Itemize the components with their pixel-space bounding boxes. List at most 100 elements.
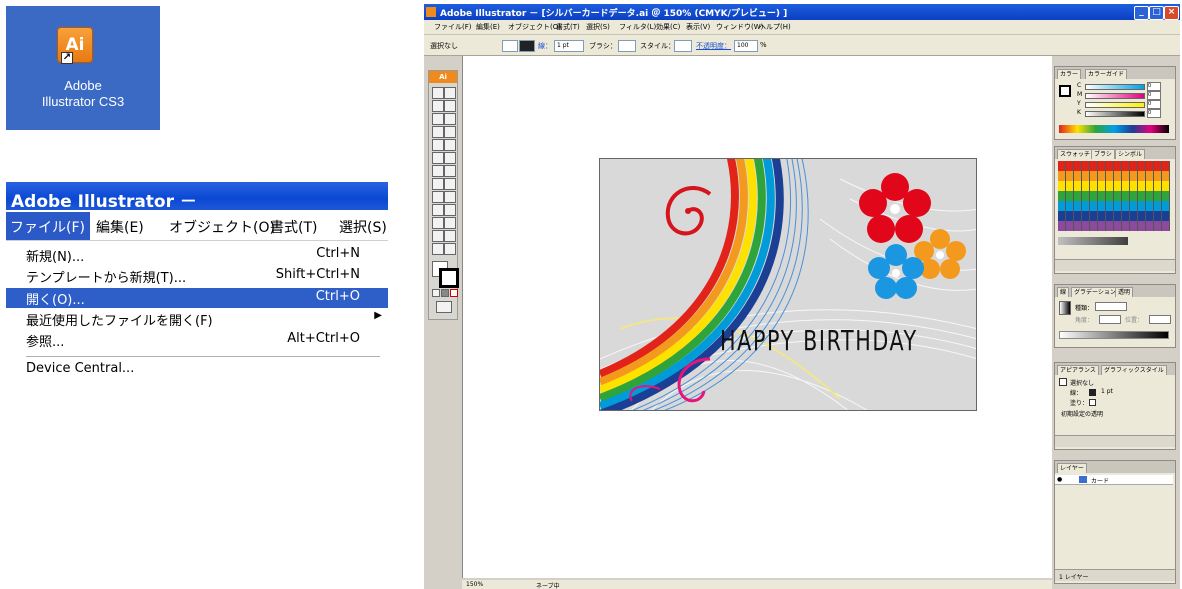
menu-object[interactable]: オブジェクト(O) bbox=[508, 22, 561, 32]
channel-k-slider[interactable] bbox=[1085, 111, 1145, 117]
tab-appearance[interactable]: アピアランス bbox=[1057, 365, 1099, 375]
stroke-swatch[interactable] bbox=[519, 40, 535, 52]
brush-label: ブラシ： bbox=[589, 42, 617, 50]
graph-tool-icon[interactable] bbox=[444, 178, 456, 190]
menu-item-new-from-template[interactable]: テンプレートから新規(T)... Shift+Ctrl+N bbox=[6, 266, 388, 286]
brush-dropdown[interactable] bbox=[618, 40, 636, 52]
slice-tool-icon[interactable] bbox=[432, 230, 444, 242]
tab-brushes[interactable]: ブラシ bbox=[1091, 149, 1115, 159]
tab-stroke[interactable]: 線 bbox=[1057, 287, 1070, 297]
color-mode-icon[interactable] bbox=[432, 289, 440, 297]
gradient-position-field[interactable] bbox=[1149, 315, 1171, 324]
menu-effect[interactable]: 効果(C) bbox=[656, 22, 680, 32]
channel-c-slider[interactable] bbox=[1085, 84, 1145, 90]
menu-edit[interactable]: 編集(E) bbox=[96, 217, 144, 237]
menu-help[interactable]: ヘルプ(H) bbox=[759, 22, 791, 32]
pen-tool-icon[interactable] bbox=[432, 113, 444, 125]
stroke-color-icon[interactable] bbox=[439, 268, 459, 288]
menu-item-open[interactable]: 開く(O)... Ctrl+O bbox=[6, 288, 388, 308]
menu-item-open-recent[interactable]: 最近使用したファイルを開く(F) ▶ bbox=[6, 309, 388, 329]
lasso-tool-icon[interactable] bbox=[444, 100, 456, 112]
style-dropdown[interactable] bbox=[674, 40, 692, 52]
hand-tool-icon[interactable] bbox=[432, 243, 444, 255]
gradient-slider[interactable] bbox=[1059, 331, 1169, 339]
gradient-angle-field[interactable] bbox=[1099, 315, 1121, 324]
channel-m-slider[interactable] bbox=[1085, 93, 1145, 99]
tab-swatches[interactable]: スウォッチ bbox=[1057, 149, 1094, 159]
maximize-button[interactable]: □ bbox=[1149, 6, 1164, 20]
zoom-tool-icon[interactable] bbox=[444, 243, 456, 255]
screen-mode-icon[interactable] bbox=[436, 301, 452, 313]
opacity-label[interactable]: 不透明度： bbox=[696, 41, 731, 51]
live-paint-selection-tool-icon[interactable] bbox=[444, 217, 456, 229]
scale-tool-icon[interactable] bbox=[444, 152, 456, 164]
artboard[interactable]: HAPPY BIRTHDAY bbox=[599, 158, 977, 411]
swatch-grid[interactable] bbox=[1058, 161, 1170, 231]
fill-swatch[interactable] bbox=[502, 40, 518, 52]
type-tool-icon[interactable] bbox=[444, 113, 456, 125]
rotate-tool-icon[interactable] bbox=[432, 152, 444, 164]
tab-color[interactable]: カラー bbox=[1057, 69, 1082, 79]
menu-item-browse[interactable]: 参照... Alt+Ctrl+O bbox=[6, 330, 388, 350]
mesh-tool-icon[interactable] bbox=[432, 191, 444, 203]
channel-m-label: M bbox=[1077, 91, 1083, 98]
menu-view[interactable]: 表示(V) bbox=[686, 22, 710, 32]
warp-tool-icon[interactable] bbox=[432, 165, 444, 177]
stroke-weight-field[interactable]: 1 pt bbox=[554, 40, 584, 52]
eyedropper-tool-icon[interactable] bbox=[432, 204, 444, 216]
gradient-mode-icon[interactable] bbox=[441, 289, 449, 297]
menu-filter[interactable]: フィルタ(L) bbox=[619, 22, 656, 32]
tab-color-guide[interactable]: カラーガイド bbox=[1085, 69, 1128, 79]
line-tool-icon[interactable] bbox=[432, 126, 444, 138]
none-mode-icon[interactable] bbox=[450, 289, 458, 297]
desktop-shortcut-illustrator[interactable]: Ai ↗ Adobe Illustrator CS3 bbox=[6, 6, 160, 130]
tab-layers[interactable]: レイヤー bbox=[1057, 463, 1087, 473]
document-canvas[interactable]: HAPPY BIRTHDAY bbox=[462, 56, 1091, 578]
free-transform-tool-icon[interactable] bbox=[444, 165, 456, 177]
live-paint-tool-icon[interactable] bbox=[432, 217, 444, 229]
opacity-field[interactable]: 100 bbox=[734, 40, 758, 52]
channel-y-value[interactable]: 0 bbox=[1147, 100, 1161, 109]
direct-selection-tool-icon[interactable] bbox=[444, 87, 456, 99]
appearance-stroke-swatch[interactable] bbox=[1089, 389, 1096, 396]
eye-icon[interactable]: ● bbox=[1057, 476, 1062, 483]
tab-gradient[interactable]: グラデーション bbox=[1071, 287, 1119, 297]
magic-wand-tool-icon[interactable] bbox=[432, 100, 444, 112]
tab-graphic-styles[interactable]: グラフィックスタイル bbox=[1101, 365, 1167, 375]
fill-stroke-swatch-icon[interactable] bbox=[1059, 85, 1071, 97]
eraser-tool-icon[interactable] bbox=[444, 230, 456, 242]
zoom-level[interactable]: 150% bbox=[466, 581, 483, 588]
channel-k-value[interactable]: 0 bbox=[1147, 109, 1161, 118]
layer-row[interactable]: ● カード bbox=[1055, 475, 1173, 485]
pencil-tool-icon[interactable] bbox=[444, 139, 456, 151]
brush-tool-icon[interactable] bbox=[432, 139, 444, 151]
gradient-panel-tabs: 線 グラデーション 透明 bbox=[1055, 285, 1175, 297]
close-button[interactable]: × bbox=[1164, 6, 1179, 20]
menu-type[interactable]: 書式(T) bbox=[270, 217, 317, 237]
menu-select[interactable]: 選択(S) bbox=[339, 217, 387, 237]
symbol-sprayer-tool-icon[interactable] bbox=[432, 178, 444, 190]
gradient-type-dropdown[interactable] bbox=[1095, 302, 1127, 311]
channel-m-value[interactable]: 0 bbox=[1147, 91, 1161, 100]
color-spectrum-bar[interactable] bbox=[1059, 125, 1169, 133]
rectangle-tool-icon[interactable] bbox=[444, 126, 456, 138]
blend-tool-icon[interactable] bbox=[444, 204, 456, 216]
menu-file[interactable]: ファイル(F) bbox=[434, 22, 472, 32]
layer-name[interactable]: カード bbox=[1091, 476, 1109, 485]
menu-window[interactable]: ウィンドウ(W) bbox=[716, 22, 763, 32]
tab-symbols[interactable]: シンボル bbox=[1115, 149, 1146, 159]
channel-y-slider[interactable] bbox=[1085, 102, 1145, 108]
menu-type[interactable]: 書式(T) bbox=[556, 22, 580, 32]
tab-transparency[interactable]: 透明 bbox=[1115, 287, 1134, 297]
menu-item-new[interactable]: 新規(N)... Ctrl+N bbox=[6, 245, 388, 265]
channel-c-value[interactable]: 0 bbox=[1147, 82, 1161, 91]
selection-tool-icon[interactable] bbox=[432, 87, 444, 99]
gray-swatches[interactable] bbox=[1058, 237, 1128, 245]
menu-object[interactable]: オブジェクト(O) bbox=[169, 217, 275, 237]
minimize-button[interactable]: _ bbox=[1134, 6, 1149, 20]
menu-edit[interactable]: 編集(E) bbox=[476, 22, 500, 32]
gradient-tool-icon[interactable] bbox=[444, 191, 456, 203]
menu-item-device-central[interactable]: Device Central... bbox=[6, 360, 388, 372]
appearance-fill-swatch[interactable] bbox=[1089, 399, 1096, 406]
menu-select[interactable]: 選択(S) bbox=[586, 22, 610, 32]
